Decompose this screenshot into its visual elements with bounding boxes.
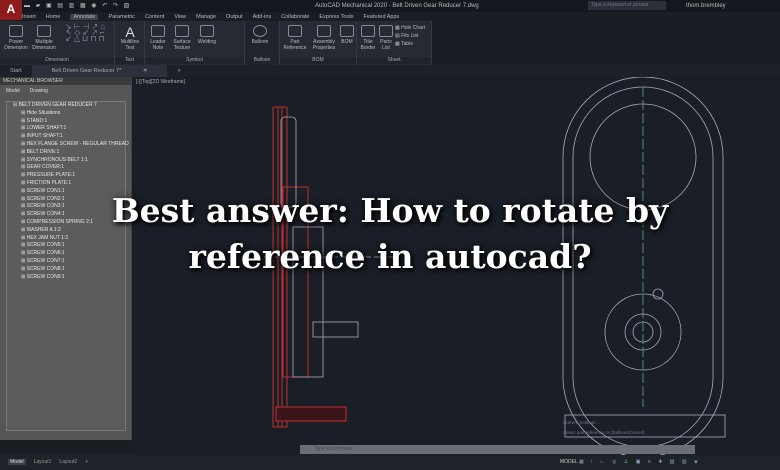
new-tab-icon[interactable]: +: [167, 68, 190, 74]
surface-texture-icon: [175, 25, 189, 37]
dimension-tools[interactable]: ↘⊢⊣↗⌂ ↖◇↙↗⌐ ↙△⊔⊓⊓: [60, 23, 112, 43]
article-headline: Best answer: How to rotate by reference …: [0, 188, 780, 280]
title-border-icon: [361, 25, 375, 37]
search-input[interactable]: Type a keyword or phrase: [588, 1, 666, 10]
part-reference-button[interactable]: Part Reference: [282, 25, 308, 51]
browser-tree-item[interactable]: ⊞ LOWER SHAFT:1: [7, 125, 125, 133]
command-history: Current Settings: ... Select part refere…: [563, 418, 645, 438]
status-tools[interactable]: ▦ ⁞ ∟ ◎ ∠ ▣ ≡ ✚ ▨ ▥ ◈: [579, 459, 701, 465]
browser-tree-item[interactable]: ⊞ STAND:1: [7, 118, 125, 126]
autocad-logo[interactable]: A: [0, 0, 22, 20]
tab-start[interactable]: Start: [0, 68, 32, 74]
headline-line-2: reference in autocad?: [188, 237, 592, 276]
leader-note-icon: [151, 25, 165, 37]
tab-content[interactable]: Content: [145, 14, 164, 20]
title-bar: A ▬ ▰ ▣ ▤ ▥ ▦ ◉ ↶ ↷ ▧ AutoCAD Mechanical…: [0, 0, 780, 20]
browser-tab-model[interactable]: Model: [6, 88, 20, 94]
close-icon[interactable]: ✕: [133, 68, 158, 74]
fits-list-button[interactable]: ▤ Fits List: [395, 32, 425, 40]
group-symbol: Leader Note Surface Texture Welding Symb…: [145, 21, 245, 65]
multiple-dimension-button[interactable]: Multiple Dimension: [30, 25, 58, 51]
leader-note-button[interactable]: Leader Note: [147, 25, 169, 51]
browser-tree-item[interactable]: ⊞ SYNCHRONOUS BELT 1:1: [7, 157, 125, 165]
title-border-button[interactable]: Title Border: [358, 25, 378, 51]
browser-tree-item[interactable]: ⊟ BELT DRIVEN GEAR REDUCER 7: [7, 102, 125, 110]
tab-featured-apps[interactable]: Featured Apps: [364, 14, 400, 20]
tab-home[interactable]: Home: [46, 14, 61, 20]
group-label: Balloon: [245, 57, 279, 64]
group-label: Sheet: [357, 57, 431, 64]
table-button[interactable]: ▦ Table: [395, 40, 425, 48]
tab-manage[interactable]: Manage: [196, 14, 216, 20]
tab-parametric[interactable]: Parametric: [108, 14, 135, 20]
welding-button[interactable]: Welding: [195, 25, 219, 45]
hole-chart-button[interactable]: ▦ Hole Chart: [395, 24, 425, 32]
tab-drawing[interactable]: Belt Driven Gear Reducer 7* ✕: [31, 65, 168, 77]
tab-express-tools[interactable]: Express Tools: [319, 14, 353, 20]
parts-list-icon: [379, 25, 393, 37]
layout-tab-layout2[interactable]: Layout2: [59, 459, 77, 465]
layout-tab-layout1[interactable]: Layout1: [34, 459, 52, 465]
group-balloon: Balloon Balloon: [245, 21, 280, 65]
browser-tree-item[interactable]: ⊞ FRICTION PLATE:1: [7, 180, 125, 188]
tab-output[interactable]: Output: [226, 14, 243, 20]
viewport-controls[interactable]: [-][Top][2D Wireframe]: [136, 79, 185, 85]
welding-icon: [200, 25, 214, 37]
tab-collaborate[interactable]: Collaborate: [281, 14, 309, 20]
multiple-dimension-icon: [37, 25, 51, 37]
power-dimension-icon: [9, 25, 23, 37]
browser-title: MECHANICAL BROWSER: [0, 77, 131, 85]
user-account[interactable]: thom.brembley: [686, 3, 726, 9]
multiline-text-button[interactable]: A Multiline Text: [116, 25, 144, 51]
history-line: Current Settings: ...: [563, 420, 602, 425]
app-title: AutoCAD Mechanical 2020 - Belt Driven Ge…: [315, 3, 479, 9]
bom-button[interactable]: BOM: [339, 25, 355, 45]
text-a-icon: A: [125, 24, 135, 40]
bom-icon: [340, 25, 354, 37]
status-bar: Model Layout1 Layout2 + MODEL ▦ ⁞ ∟ ◎ ∠ …: [0, 455, 780, 470]
browser-tree-item[interactable]: ⊞ GEAR COVER:1: [7, 164, 125, 172]
headline-line-1: Best answer: How to rotate by: [111, 191, 669, 230]
browser-tree-item[interactable]: ⊞ Hide Situations: [7, 110, 125, 118]
assembly-properties-icon: [317, 25, 331, 37]
browser-tree-item[interactable]: ⊞ HEX FLANGE SCREW - REGULAR THREAD: [7, 141, 129, 149]
model-space-toggle[interactable]: MODEL ▦ ⁞ ∟ ◎ ∠ ▣ ≡ ✚ ▨ ▥ ◈: [560, 459, 701, 465]
group-text: A Multiline Text Text: [115, 21, 145, 65]
group-sheet: Title Border Parts List ▦ Hole Chart ▤ F…: [357, 21, 432, 65]
ribbon-tabs: Insert Home Annotate Parametric Content …: [22, 12, 399, 21]
group-label: Symbol: [145, 57, 244, 64]
power-dimension-button[interactable]: Power Dimension: [2, 25, 30, 51]
tab-add-ins[interactable]: Add-ins: [253, 14, 272, 20]
assembly-properties-button[interactable]: Assembly Properties: [310, 25, 338, 51]
file-tabs: Start Belt Driven Gear Reducer 7* ✕ +: [0, 65, 780, 77]
balloon-icon: [253, 25, 267, 37]
layout-tab-model[interactable]: Model: [8, 459, 26, 465]
ribbon: Power Dimension Multiple Dimension ↘⊢⊣↗⌂…: [0, 21, 432, 65]
parts-list-button[interactable]: Parts List: [378, 25, 394, 51]
tab-view[interactable]: View: [174, 14, 186, 20]
group-label: Dimension: [0, 57, 114, 64]
tab-insert[interactable]: Insert: [22, 14, 36, 20]
group-bom: Part Reference Assembly Properties BOM B…: [280, 21, 357, 65]
browser-tree-item[interactable]: ⊞ PRESSURE PLATE:1: [7, 172, 125, 180]
sheet-small-buttons: ▦ Hole Chart ▤ Fits List ▦ Table: [395, 24, 425, 48]
part-reference-icon: [288, 25, 302, 37]
group-label: BOM: [280, 57, 356, 64]
surface-texture-button[interactable]: Surface Texture: [170, 25, 194, 51]
browser-tree-item[interactable]: ⊞ BELT DRIVE:1: [7, 149, 125, 157]
tab-annotate[interactable]: Annotate: [70, 13, 99, 20]
command-input[interactable]: Type a command: [300, 445, 695, 454]
browser-tree-item[interactable]: ⊞ INPUT SHAFT:1: [7, 133, 125, 141]
add-layout-icon[interactable]: +: [85, 459, 88, 465]
quick-access-toolbar[interactable]: ▬ ▰ ▣ ▤ ▥ ▦ ◉ ↶ ↷ ▧: [24, 2, 131, 9]
browser-tab-drawing[interactable]: Drawing: [30, 88, 48, 94]
group-label: Text: [115, 57, 144, 64]
group-dimension: Power Dimension Multiple Dimension ↘⊢⊣↗⌂…: [0, 21, 115, 65]
history-line: Select part reference or [Balloon/Cancel…: [563, 430, 646, 435]
balloon-button[interactable]: Balloon: [247, 25, 273, 45]
